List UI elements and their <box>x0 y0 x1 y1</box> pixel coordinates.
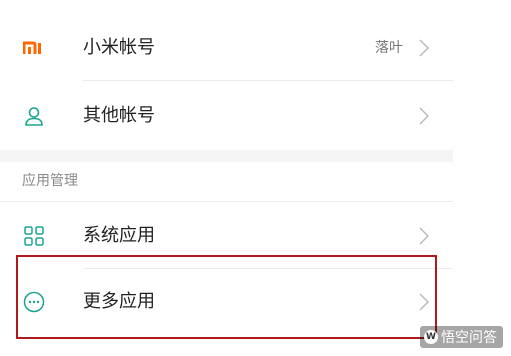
section-gap <box>0 150 453 162</box>
mi-account-row[interactable]: 小米帐号 落叶 <box>0 20 453 76</box>
settings-panel: 小米帐号 落叶 其他帐号 应用管理 系统应用 更多应用 <box>0 0 453 356</box>
wukong-logo-icon: W <box>424 330 438 344</box>
person-icon <box>22 104 46 128</box>
watermark-text: 悟空问答 <box>441 330 497 346</box>
chevron-right-icon <box>419 293 429 311</box>
system-apps-label: 系统应用 <box>83 225 155 246</box>
mi-account-label: 小米帐号 <box>83 37 155 58</box>
chevron-right-icon <box>419 107 429 125</box>
mi-logo-icon <box>22 36 46 60</box>
more-circle-icon <box>22 290 46 314</box>
divider <box>83 80 453 81</box>
chevron-right-icon <box>419 39 429 57</box>
system-apps-row[interactable]: 系统应用 <box>0 208 453 264</box>
divider <box>83 268 453 269</box>
other-account-row[interactable]: 其他帐号 <box>0 88 453 144</box>
watermark: W 悟空问答 <box>420 326 503 348</box>
mi-account-value: 落叶 <box>375 40 403 56</box>
grid-apps-icon <box>22 224 46 248</box>
section-title-app-management: 应用管理 <box>22 173 78 189</box>
divider <box>0 201 453 202</box>
more-apps-row[interactable]: 更多应用 <box>0 274 453 330</box>
other-account-label: 其他帐号 <box>83 105 155 126</box>
more-apps-label: 更多应用 <box>83 291 155 312</box>
chevron-right-icon <box>419 227 429 245</box>
